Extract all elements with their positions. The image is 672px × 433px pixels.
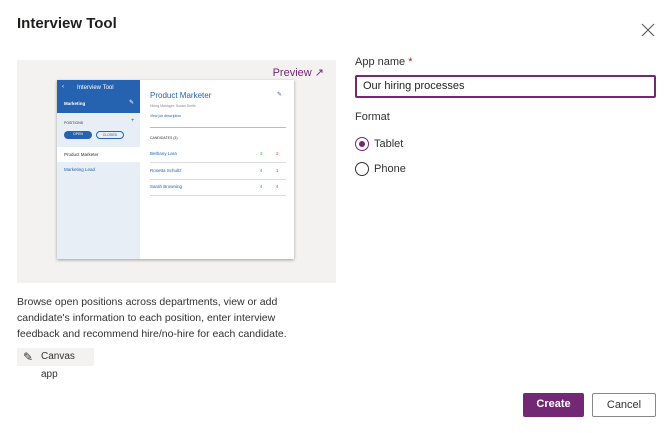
hiring-manager: Hiring Manager: Susan Smith <box>150 104 196 108</box>
radio-tablet[interactable]: Tablet <box>355 137 435 153</box>
tag-label: Canvas app <box>41 351 75 380</box>
view-job-link: View job description <box>150 114 182 118</box>
thumbs-up-count: 4 <box>260 184 263 189</box>
create-button[interactable]: Create <box>523 393 584 417</box>
radio-phone[interactable]: Phone <box>355 162 435 178</box>
preview-label: Preview <box>272 67 312 79</box>
radio-label: Tablet <box>374 138 404 150</box>
radio-label: Phone <box>374 163 406 175</box>
candidate-name: Sarah Browning <box>150 184 183 189</box>
position-item: Marketing Lead <box>64 167 96 172</box>
canvas-app-tag: ✎ Canvas app <box>17 348 94 380</box>
plus-icon: + <box>131 118 135 124</box>
app-preview: Preview ↗ ‹ Interview Tool Marketing ✎ P… <box>17 60 336 283</box>
open-pill: OPEN <box>64 131 92 139</box>
format-label: Format <box>355 111 390 123</box>
candidate-row: Bethany Lara 3 2 <box>150 147 286 163</box>
app-main: Product Marketer ✎ Hiring Manager: Susan… <box>140 80 294 259</box>
cancel-button[interactable]: Cancel <box>592 393 656 417</box>
department: Marketing <box>64 101 86 106</box>
close-icon[interactable] <box>640 22 656 38</box>
radio-circle[interactable] <box>355 162 369 176</box>
divider <box>150 127 286 128</box>
position-item: Product Marketer <box>57 147 140 162</box>
app-header-title: Interview Tool <box>77 85 114 91</box>
template-description: Browse open positions across departments… <box>17 296 287 340</box>
back-icon: ‹ <box>62 84 64 90</box>
thumbs-up-count: 3 <box>260 151 263 156</box>
app-name-label: App name * <box>355 56 413 68</box>
preview-link[interactable]: Preview ↗ <box>273 66 324 79</box>
candidate-name: Rosetta Schultz <box>150 168 182 173</box>
thumbs-down-count: 1 <box>276 168 279 173</box>
candidates-label: CANDIDATES (3) <box>150 136 178 140</box>
closed-pill: CLOSED <box>96 131 124 139</box>
positions-label: POSITIONS <box>64 121 84 125</box>
app-name-input[interactable]: Our hiring processes <box>355 75 656 98</box>
radio-circle[interactable] <box>355 137 369 151</box>
pencil-icon: ✎ <box>23 350 34 364</box>
edit-icon: ✎ <box>277 92 283 98</box>
app-name-text: App name <box>355 56 406 68</box>
job-title: Product Marketer <box>150 91 212 100</box>
arrow-up-right-icon: ↗ <box>314 67 324 79</box>
edit-icon: ✎ <box>129 100 135 106</box>
candidate-row: Sarah Browning 4 4 <box>150 180 286 196</box>
thumbs-up-count: 4 <box>260 168 263 173</box>
candidate-row: Rosetta Schultz 4 1 <box>150 164 286 180</box>
app-sidebar: ‹ Interview Tool Marketing ✎ POSITIONS +… <box>57 80 140 259</box>
required-mark: * <box>408 56 413 68</box>
candidate-name: Bethany Lara <box>150 151 177 156</box>
thumbs-down-count: 4 <box>276 184 279 189</box>
dialog-title: Interview Tool <box>17 15 117 32</box>
tablet-mockup: ‹ Interview Tool Marketing ✎ POSITIONS +… <box>57 80 294 259</box>
app-sidebar-header: ‹ Interview Tool Marketing ✎ <box>57 80 140 113</box>
thumbs-down-count: 2 <box>276 151 279 156</box>
